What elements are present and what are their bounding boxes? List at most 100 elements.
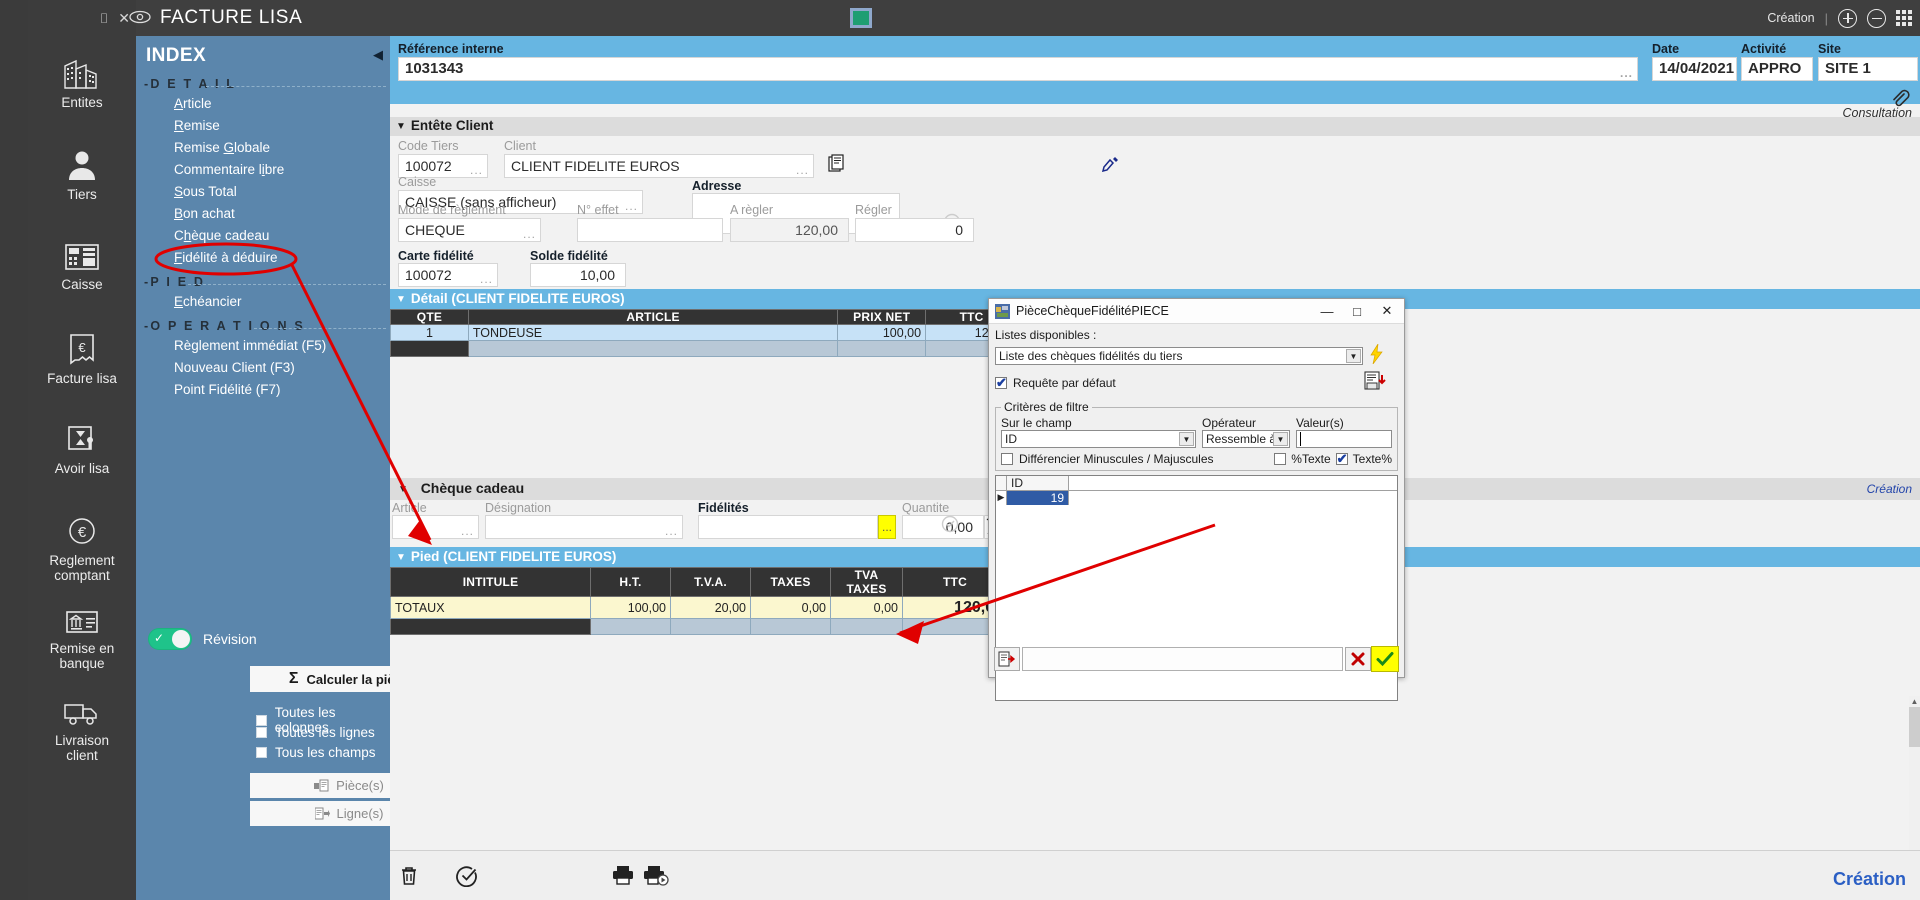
- sidebar-item-fidelite-a-deduire[interactable]: Fidélité à déduire: [136, 247, 390, 269]
- browse-dots[interactable]: ...: [480, 268, 493, 290]
- table-row[interactable]: 1 TONDEUSE 100,00 120,00: [391, 325, 1018, 341]
- export-icon[interactable]: [994, 647, 1020, 671]
- top-bar: FACTURE LISA Création |: [136, 0, 1920, 36]
- n-effet-input[interactable]: [577, 218, 723, 242]
- rail-item-entites[interactable]: Entites: [28, 48, 136, 140]
- chevron-down-icon[interactable]: ▼: [1179, 432, 1194, 446]
- sidebar-item-bon-achat[interactable]: Bon achat: [136, 203, 390, 225]
- rail-item-livraison-client[interactable]: Livraisonclient: [28, 692, 136, 784]
- sidebar-item-article[interactable]: Article: [136, 93, 390, 115]
- regler-input[interactable]: 0: [855, 218, 974, 242]
- operateur-select[interactable]: Ressemble à ▼: [1202, 430, 1290, 448]
- sidebar-item-point-fidelite[interactable]: Point Fidélité (F7): [136, 379, 390, 401]
- browse-dots[interactable]: ...: [523, 223, 536, 245]
- close-button[interactable]: ✕: [1372, 299, 1402, 323]
- table-row-empty[interactable]: [391, 619, 1008, 635]
- cancel-button[interactable]: [1345, 647, 1371, 671]
- minimize-button[interactable]: —: [1312, 299, 1342, 323]
- requete-checkbox[interactable]: [995, 377, 1007, 389]
- rail-item-facture-lisa[interactable]: € Facture lisa: [28, 324, 136, 416]
- sidebar-item-remise[interactable]: Remise: [136, 115, 390, 137]
- cc-fidelites-input[interactable]: [698, 515, 878, 539]
- sidebar-item-sous-total[interactable]: Sous Total: [136, 181, 390, 203]
- browse-dots[interactable]: ...: [470, 159, 483, 181]
- checkbox-box[interactable]: [256, 747, 267, 758]
- date-input[interactable]: 14/04/2021: [1652, 57, 1737, 81]
- maximize-button[interactable]: □: [1342, 299, 1372, 323]
- cc-designation-input[interactable]: ...: [485, 515, 683, 539]
- mode-reglement-input[interactable]: CHEQUE ...: [398, 218, 541, 242]
- browse-dots[interactable]: ...: [1620, 62, 1633, 84]
- rail-item-tiers[interactable]: Tiers: [28, 140, 136, 232]
- validate-circle-icon[interactable]: [456, 865, 478, 890]
- rail-item-remise-en-banque[interactable]: Remise enbanque: [28, 600, 136, 692]
- table-row-empty[interactable]: [391, 341, 1018, 357]
- sidebar-item-commentaire-libre[interactable]: Commentaire libre: [136, 159, 390, 181]
- person-icon: [65, 148, 99, 182]
- print-icon[interactable]: [612, 865, 634, 888]
- section-entete-client[interactable]: ▼Entête Client: [390, 117, 1920, 136]
- pin-icon[interactable]: ⌷: [100, 11, 108, 25]
- case-sensitive-checkbox[interactable]: [1001, 453, 1013, 465]
- confirm-button[interactable]: [1371, 646, 1399, 672]
- chevron-down-icon[interactable]: ▼: [396, 548, 406, 567]
- chevron-down-icon[interactable]: ▼: [1346, 349, 1361, 363]
- revision-toggle[interactable]: ✓: [148, 628, 192, 650]
- minus-circle-icon[interactable]: [1867, 9, 1886, 28]
- sidebar-item-reglement-immediat[interactable]: Règlement immédiat (F5): [136, 335, 390, 357]
- rail-item-caisse[interactable]: Caisse: [28, 232, 136, 324]
- browse-dots[interactable]: ...: [461, 520, 474, 542]
- sidebar-item-nouveau-client[interactable]: Nouveau Client (F3): [136, 357, 390, 379]
- carte-fidelite-input[interactable]: 100072 ...: [398, 263, 498, 287]
- sidebar-item-remise-globale[interactable]: Remise Globale: [136, 137, 390, 159]
- reference-input[interactable]: 1031343 ...: [398, 57, 1638, 81]
- activity-input[interactable]: APPRO: [1741, 57, 1813, 81]
- browse-dots[interactable]: ...: [625, 195, 638, 217]
- plus-circle-icon[interactable]: [1838, 9, 1857, 28]
- solde-fidelite-input[interactable]: 10,00: [530, 263, 626, 287]
- site-input[interactable]: SITE 1: [1818, 57, 1918, 81]
- rail-item-reglement-comptant[interactable]: € Reglementcomptant: [28, 508, 136, 600]
- revision-toggle-row[interactable]: ✓ Révision: [148, 628, 257, 650]
- chevron-down-icon[interactable]: ▼: [396, 118, 406, 136]
- copy-documents-icon[interactable]: [828, 154, 848, 177]
- champ-select[interactable]: ID ▼: [1001, 430, 1196, 448]
- table-row[interactable]: TOTAUX 100,00 20,00 0,00 0,00 120,00: [391, 597, 1008, 619]
- dialog-title-bar[interactable]: PièceChèqueFidélitéPIECE — □ ✕: [989, 299, 1404, 324]
- texte-pct-checkbox[interactable]: [1336, 453, 1348, 465]
- browse-dots[interactable]: ...: [665, 520, 678, 542]
- checkbox-tous-les-champs[interactable]: Tous les champs: [256, 745, 376, 760]
- filter-dialog[interactable]: PièceChèqueFidélitéPIECE — □ ✕ Listes di…: [988, 298, 1405, 678]
- detail-table[interactable]: QTE ARTICLE PRIX NET TTC 1 TONDEUSE 100,…: [390, 309, 1018, 357]
- chevron-down-icon[interactable]: ▼: [396, 290, 406, 309]
- pct-texte-checkbox[interactable]: [1274, 453, 1286, 465]
- valeurs-input[interactable]: [1296, 430, 1392, 448]
- chevron-left-icon[interactable]: ◀: [373, 47, 383, 63]
- liste-select[interactable]: Liste des chèques fidélités du tiers ▼: [995, 347, 1363, 365]
- save-query-icon[interactable]: [1364, 371, 1386, 394]
- status-square-indicator[interactable]: [850, 8, 872, 28]
- browse-dots[interactable]: ...: [796, 159, 809, 181]
- chevron-down-icon[interactable]: ▼: [398, 479, 408, 500]
- pied-table[interactable]: INTITULE H.T. T.V.A. TAXES TVA TAXES TTC…: [390, 567, 1008, 635]
- checkbox-box[interactable]: [256, 715, 267, 726]
- chevron-down-icon[interactable]: ▼: [1273, 432, 1288, 446]
- stamp-icon[interactable]: [1102, 156, 1120, 175]
- grid-row[interactable]: ▶ 19: [996, 491, 1397, 505]
- print-preview-icon[interactable]: [644, 865, 670, 890]
- scroll-up-icon[interactable]: ▲: [1909, 696, 1920, 707]
- lightning-icon[interactable]: [1369, 344, 1385, 367]
- grid-apps-icon[interactable]: [1896, 10, 1912, 26]
- checkbox-toutes-les-lignes[interactable]: Toutes les lignes: [256, 725, 375, 740]
- sidebar-item-cheque-cadeau[interactable]: Chèque cadeau: [136, 225, 390, 247]
- sidebar-item-echeancier[interactable]: Echéancier: [136, 291, 390, 313]
- checkbox-box[interactable]: [256, 727, 267, 738]
- fidelites-browse-button[interactable]: ...: [878, 515, 896, 539]
- scrollbar-thumb[interactable]: [1909, 707, 1920, 747]
- cc-article-input[interactable]: ...: [392, 515, 479, 539]
- rail-item-avoir-lisa[interactable]: Avoir lisa: [28, 416, 136, 508]
- client-input[interactable]: CLIENT FIDELITE EUROS ...: [504, 154, 814, 178]
- check-circle-icon[interactable]: [941, 515, 959, 536]
- trash-icon[interactable]: [398, 865, 420, 890]
- eye-icon[interactable]: [128, 10, 152, 27]
